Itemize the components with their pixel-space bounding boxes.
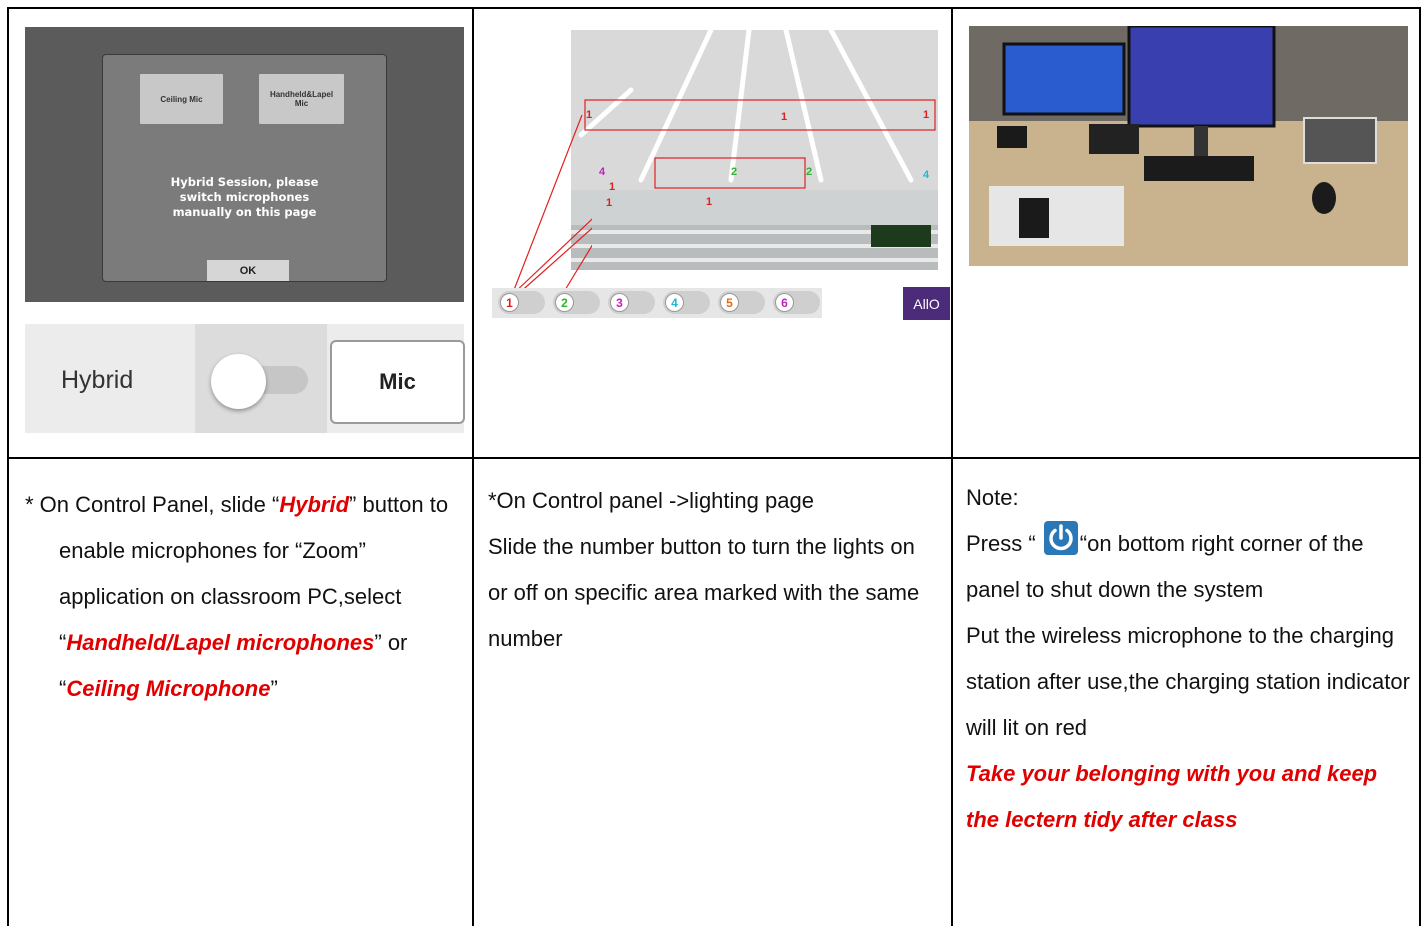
zone-callout-lines xyxy=(511,114,592,296)
table-border-mid xyxy=(7,457,1421,459)
mic-button[interactable]: Mic xyxy=(330,340,465,424)
control-panel-tablet xyxy=(1303,117,1377,164)
charging-instruction: Put the wireless microphone to the charg… xyxy=(966,623,1410,740)
right-monitor xyxy=(1127,26,1276,128)
zone-number: 6 xyxy=(775,293,794,312)
power-icon xyxy=(1043,521,1078,555)
lighting-step-2: Slide the number button to turn the ligh… xyxy=(488,534,920,651)
lectern-desk-photo xyxy=(969,26,1408,266)
classroom-lighting-photo: 1 1 1 1 1 1 2 2 4 4 xyxy=(571,30,938,270)
light-switch-1[interactable]: 1 xyxy=(498,291,545,314)
light-switch-4[interactable]: 4 xyxy=(663,291,710,314)
text-fragment: ” xyxy=(270,676,278,701)
hybrid-dialog: Ceiling Mic Handheld&Lapel Mic Hybrid Se… xyxy=(102,54,387,282)
zone-number: 2 xyxy=(555,293,574,312)
zone-number: 5 xyxy=(720,293,739,312)
table-border-top xyxy=(7,7,1421,9)
table-divider-1 xyxy=(472,7,474,926)
wireless-charger-pad xyxy=(989,186,1124,246)
left-monitor xyxy=(1002,42,1126,116)
highlight-handheld: Handheld/Lapel microphones xyxy=(66,630,375,655)
dialog-message: Hybrid Session, please switch microphone… xyxy=(170,175,319,219)
zone-label: 2 xyxy=(731,166,737,178)
zone-label: 4 xyxy=(599,166,606,178)
zone-label: 1 xyxy=(606,197,612,209)
text-fragment: * On Control Panel, slide “ xyxy=(25,492,280,517)
instruction-hybrid-mics: * On Control Panel, slide “Hybrid” butto… xyxy=(25,482,455,712)
zone-label: 2 xyxy=(806,166,812,178)
ceiling-mic-button[interactable]: Ceiling Mic xyxy=(140,74,223,124)
phone xyxy=(1019,198,1049,238)
dialog-ok-button[interactable]: OK xyxy=(207,260,289,281)
light-switch-6[interactable]: 6 xyxy=(773,291,820,314)
lighting-zone-switches: 1 2 3 4 5 6 xyxy=(492,288,822,318)
hybrid-toggle[interactable] xyxy=(195,324,327,433)
highlight-ceiling: Ceiling Microphone xyxy=(66,676,271,701)
device-dock xyxy=(1089,124,1139,154)
table-divider-2 xyxy=(951,7,953,926)
zone-number: 3 xyxy=(610,293,629,312)
tidy-reminder: Take your belonging with you and keep th… xyxy=(966,761,1378,832)
all-lights-button[interactable]: AllO xyxy=(903,287,950,320)
lighting-step-1: *On Control panel ->lighting page xyxy=(488,488,814,513)
hybrid-toggle-strip: Hybrid Mic xyxy=(25,324,465,433)
light-switch-2[interactable]: 2 xyxy=(553,291,600,314)
light-switch-5[interactable]: 5 xyxy=(718,291,765,314)
instruction-lighting: *On Control panel ->lighting page Slide … xyxy=(488,478,938,662)
zone-number: 4 xyxy=(665,293,684,312)
zone-label: 1 xyxy=(923,109,929,121)
zone-label: 1 xyxy=(706,196,712,208)
hybrid-label: Hybrid xyxy=(61,366,134,394)
table-border-right xyxy=(1419,7,1421,926)
zone-label: 1 xyxy=(609,181,615,193)
light-switch-3[interactable]: 3 xyxy=(608,291,655,314)
keyboard xyxy=(1144,156,1254,181)
desk-phone xyxy=(997,126,1027,148)
mouse xyxy=(1312,182,1336,214)
toggle-knob[interactable] xyxy=(211,354,266,409)
instruction-notes: Note: Press “ “on bottom right corner of… xyxy=(966,475,1416,843)
text-fragment: Press “ xyxy=(966,531,1042,556)
table-border-left xyxy=(7,7,9,926)
zone-number: 1 xyxy=(500,293,519,312)
note-heading: Note: xyxy=(966,485,1019,510)
handheld-lapel-mic-button[interactable]: Handheld&Lapel Mic xyxy=(259,74,344,124)
zone-label: 4 xyxy=(923,169,930,181)
zone-label: 1 xyxy=(781,111,787,123)
highlight-hybrid: Hybrid xyxy=(279,492,350,517)
hybrid-dialog-screenshot: Ceiling Mic Handheld&Lapel Mic Hybrid Se… xyxy=(25,27,464,302)
plant xyxy=(871,225,931,247)
